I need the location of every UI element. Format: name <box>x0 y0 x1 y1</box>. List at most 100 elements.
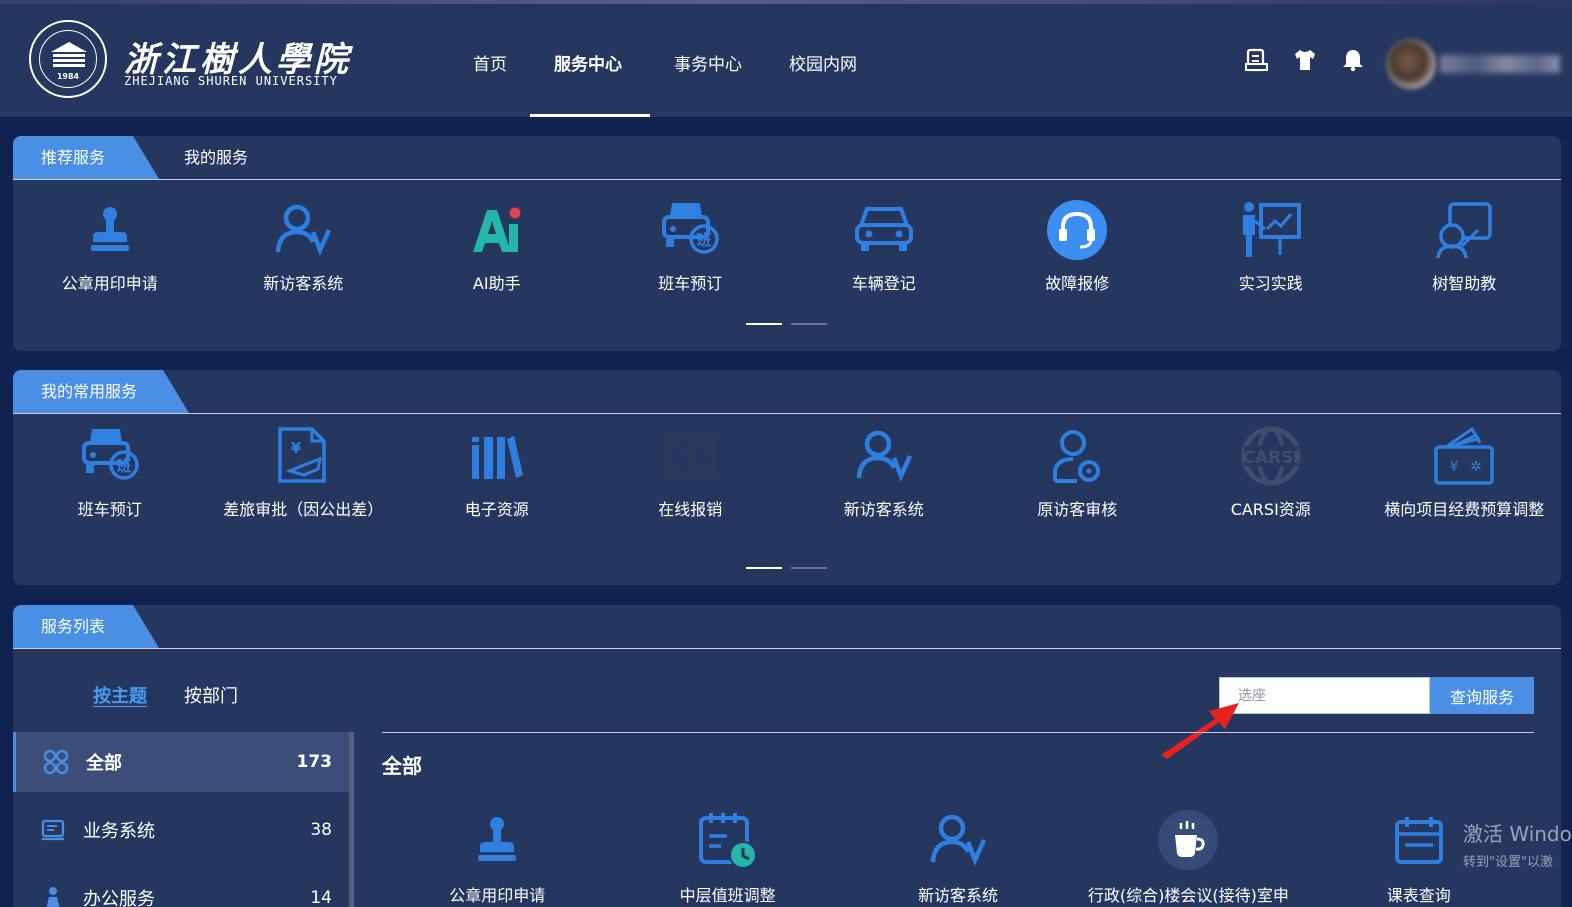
service-label: 班车预订 <box>658 274 723 293</box>
coffee-icon <box>1158 810 1219 870</box>
service-new-visitor[interactable]: 新访客系统 <box>787 424 981 520</box>
frequent-services-row: 班 班车预订 ¥ 差旅审批（因公出差） 电子资源 ¥ 在线报销 新访客系统 原访… <box>13 424 1561 520</box>
service-stamp-application[interactable]: 公章用印申请 <box>13 198 207 294</box>
svg-text:班: 班 <box>116 457 131 475</box>
service-search-input[interactable] <box>1219 677 1430 714</box>
bell-icon[interactable] <box>1340 47 1366 73</box>
headset-icon <box>1047 200 1108 260</box>
visitor-icon <box>930 814 987 866</box>
carsi-icon: CARSI <box>1241 426 1301 486</box>
service-shuttle-booking[interactable]: 班 班车预订 <box>594 198 788 294</box>
shirt-icon[interactable] <box>1292 47 1318 73</box>
svg-text:班: 班 <box>697 231 712 249</box>
service-label: 课表查询 <box>1386 886 1451 905</box>
service-label: 原访客审核 <box>1037 500 1118 519</box>
stamp-icon <box>478 817 517 861</box>
header: 1984 浙江樹人學院 ZHEJIANG SHUREN UNIVERSITY 首… <box>0 4 1572 117</box>
svg-text:CARSI: CARSI <box>1242 448 1299 468</box>
frequent-services-panel: 我的常用服务 班 班车预订 ¥ 差旅审批（因公出差） 电子资源 ¥ 在线报销 新… <box>13 370 1561 585</box>
panel-tabbar: 推荐服务 我的服务 <box>13 136 1561 180</box>
service-label: 实习实践 <box>1238 274 1303 293</box>
duty-calendar-icon <box>698 813 757 869</box>
nav-service-center[interactable]: 服务中心 <box>554 50 622 75</box>
service-label: 中层值班调整 <box>679 886 776 905</box>
tab-service-list[interactable]: 服务列表 <box>13 605 159 648</box>
category-office-services[interactable]: 办公服务 14 <box>13 868 350 907</box>
nav-affairs-center[interactable]: 事务中心 <box>674 50 742 75</box>
service-label: 差旅审批（因公出差） <box>223 500 384 519</box>
service-e-resources[interactable]: 电子资源 <box>400 424 594 520</box>
service-duty-adjustment[interactable]: 中层值班调整 <box>612 808 842 906</box>
sidebar-scrollbar[interactable] <box>349 732 354 907</box>
service-ai-assistant[interactable]: AI助手 <box>400 198 594 294</box>
panel-tabbar: 我的常用服务 <box>13 370 1561 414</box>
service-new-visitor[interactable]: 新访客系统 <box>207 198 401 294</box>
service-label: CARSI资源 <box>1230 500 1311 519</box>
service-label: 树智助教 <box>1432 274 1497 293</box>
service-label: AI助手 <box>472 274 521 293</box>
nav-campus-intranet[interactable]: 校园内网 <box>789 50 857 75</box>
windows-activation-watermark: 激活 Windo 转到"设置"以激 <box>1463 818 1572 870</box>
travel-approval-icon: ¥ <box>278 427 326 483</box>
user-avatar[interactable] <box>1386 39 1436 89</box>
tab-recommended[interactable]: 推荐服务 <box>13 136 159 179</box>
presentation-icon <box>1242 202 1301 257</box>
clipboard-icon[interactable] <box>1244 47 1270 73</box>
system-icon <box>41 819 65 841</box>
service-carsi-resources[interactable]: CARSI CARSI资源 <box>1174 424 1368 520</box>
filter-by-theme[interactable]: 按主题 <box>93 682 147 708</box>
service-meeting-room[interactable]: 行政(综合)楼会议(接待)室申 <box>1073 808 1303 906</box>
service-vehicle-registration[interactable]: 车辆登记 <box>787 198 981 294</box>
service-label: 新访客系统 <box>263 274 344 293</box>
service-budget-adjustment[interactable]: ¥ ✲ 横向项目经费预算调整 <box>1368 424 1562 520</box>
service-smart-tutor[interactable]: 树智助教 <box>1368 198 1562 294</box>
ai-icon <box>472 207 521 252</box>
service-stamp-application[interactable]: 公章用印申请 <box>382 808 612 906</box>
service-label: 在线报销 <box>658 500 723 519</box>
annotation-arrow <box>1161 703 1239 759</box>
service-label: 横向项目经费预算调整 <box>1384 500 1545 519</box>
category-name: 办公服务 <box>83 889 155 907</box>
tab-my-services[interactable]: 我的服务 <box>184 136 248 179</box>
university-seal-logo: 1984 <box>29 20 107 98</box>
bus-icon: 班 <box>662 203 719 254</box>
service-fault-repair[interactable]: 故障报修 <box>981 198 1175 294</box>
service-label: 新访客系统 <box>917 886 998 905</box>
carousel-indicator[interactable] <box>746 323 836 326</box>
svg-text:¥: ¥ <box>684 446 697 467</box>
search-service-button[interactable]: 查询服务 <box>1430 677 1534 714</box>
service-shuttle-booking[interactable]: 班 班车预订 <box>13 424 207 520</box>
car-icon <box>854 207 913 251</box>
visitor-icon <box>276 204 332 256</box>
service-online-reimbursement[interactable]: ¥ 在线报销 <box>594 424 788 520</box>
current-category-title: 全部 <box>382 754 422 778</box>
visitor-icon <box>856 430 912 482</box>
nav-home[interactable]: 首页 <box>473 50 507 75</box>
service-internship[interactable]: 实习实践 <box>1174 198 1368 294</box>
recommended-services-panel: 推荐服务 我的服务 公章用印申请 新访客系统 AI助手 班 班车预订 车辆登记 … <box>13 136 1561 351</box>
tutor-icon <box>1436 202 1492 259</box>
category-count: 173 <box>296 752 333 772</box>
bus-icon: 班 <box>81 429 139 480</box>
service-travel-approval[interactable]: ¥ 差旅审批（因公出差） <box>207 424 401 520</box>
category-count: 38 <box>310 820 332 840</box>
carousel-indicator[interactable] <box>746 567 836 570</box>
svg-text:¥: ¥ <box>1450 459 1459 475</box>
category-name: 业务系统 <box>83 821 155 842</box>
logo-year: 1984 <box>56 72 80 81</box>
recommended-services-row: 公章用印申请 新访客系统 AI助手 班 班车预订 车辆登记 故障报修 实习实践 … <box>13 198 1561 294</box>
tab-frequent[interactable]: 我的常用服务 <box>13 370 189 413</box>
grid-icon <box>43 749 69 775</box>
office-icon <box>46 887 60 907</box>
service-label: 公章用印申请 <box>61 274 158 293</box>
service-visitor-review[interactable]: 原访客审核 <box>981 424 1175 520</box>
username-blurred[interactable] <box>1440 55 1560 73</box>
category-business-systems[interactable]: 业务系统 38 <box>13 800 350 860</box>
nav-active-indicator <box>530 114 650 117</box>
list-divider <box>382 732 1534 733</box>
books-icon <box>471 436 523 479</box>
service-new-visitor[interactable]: 新访客系统 <box>843 808 1073 906</box>
filter-by-department[interactable]: 按部门 <box>184 682 238 708</box>
category-all[interactable]: 全部 173 <box>13 732 350 792</box>
logo-english-name: ZHEJIANG SHUREN UNIVERSITY <box>124 74 338 88</box>
